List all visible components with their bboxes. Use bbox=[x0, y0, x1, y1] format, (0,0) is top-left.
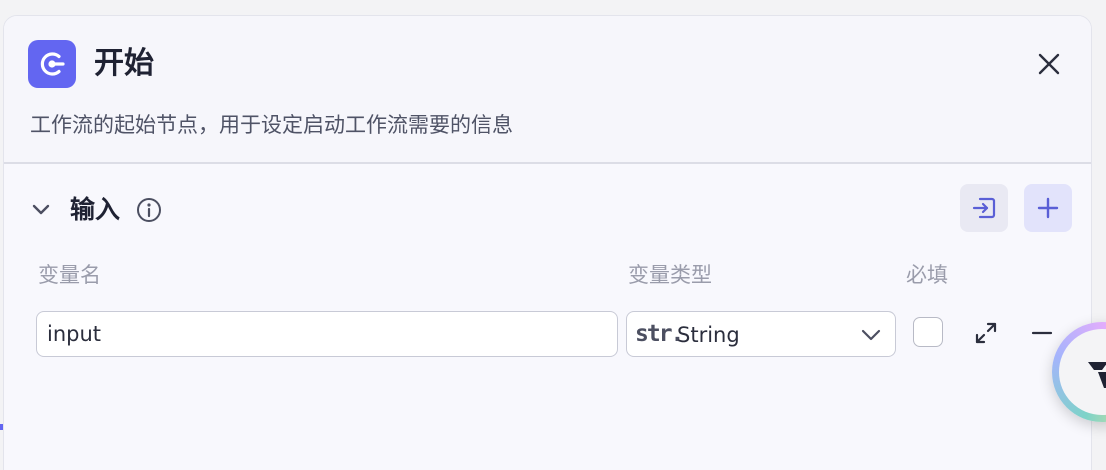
close-button[interactable] bbox=[1033, 48, 1065, 80]
add-variable-button[interactable] bbox=[1024, 184, 1072, 232]
column-header-required: 必填 bbox=[906, 263, 948, 287]
remove-variable-button[interactable] bbox=[1026, 317, 1058, 349]
input-section-title: 输入 bbox=[70, 195, 121, 224]
start-node-panel: 开始 工作流的起始节点，用于设定启动工作流需要的信息 输入 变量名 变量类型 必… bbox=[3, 15, 1092, 470]
panel-title: 开始 bbox=[94, 46, 154, 81]
stage: 开始 工作流的起始节点，用于设定启动工作流需要的信息 输入 变量名 变量类型 必… bbox=[0, 0, 1106, 470]
minus-icon bbox=[1031, 331, 1053, 335]
input-section-header: 输入 bbox=[4, 184, 1091, 236]
expand-icon bbox=[975, 322, 997, 344]
import-icon bbox=[972, 197, 996, 219]
variable-row: str. String bbox=[4, 311, 1091, 361]
assistant-logo-icon bbox=[1059, 329, 1106, 415]
import-variable-button[interactable] bbox=[960, 184, 1008, 232]
chevron-down-icon bbox=[859, 323, 883, 347]
expand-button[interactable] bbox=[970, 317, 1002, 349]
variable-type-select[interactable]: str. String bbox=[626, 311, 896, 357]
panel-header: 开始 工作流的起始节点，用于设定启动工作流需要的信息 bbox=[4, 16, 1091, 164]
variable-name-input[interactable] bbox=[36, 311, 618, 357]
string-type-icon: str. bbox=[635, 321, 684, 347]
panel-description: 工作流的起始节点，用于设定启动工作流需要的信息 bbox=[30, 113, 513, 137]
variable-type-value: String bbox=[677, 323, 740, 347]
required-checkbox[interactable] bbox=[913, 317, 943, 347]
column-header-type: 变量类型 bbox=[628, 263, 712, 287]
start-node-icon bbox=[28, 40, 76, 88]
info-icon[interactable] bbox=[135, 196, 163, 224]
close-icon bbox=[1038, 53, 1060, 75]
chevron-down-icon bbox=[32, 204, 50, 215]
column-header-name: 变量名 bbox=[38, 263, 101, 287]
plus-icon bbox=[1037, 197, 1059, 219]
collapse-toggle[interactable] bbox=[28, 197, 54, 223]
